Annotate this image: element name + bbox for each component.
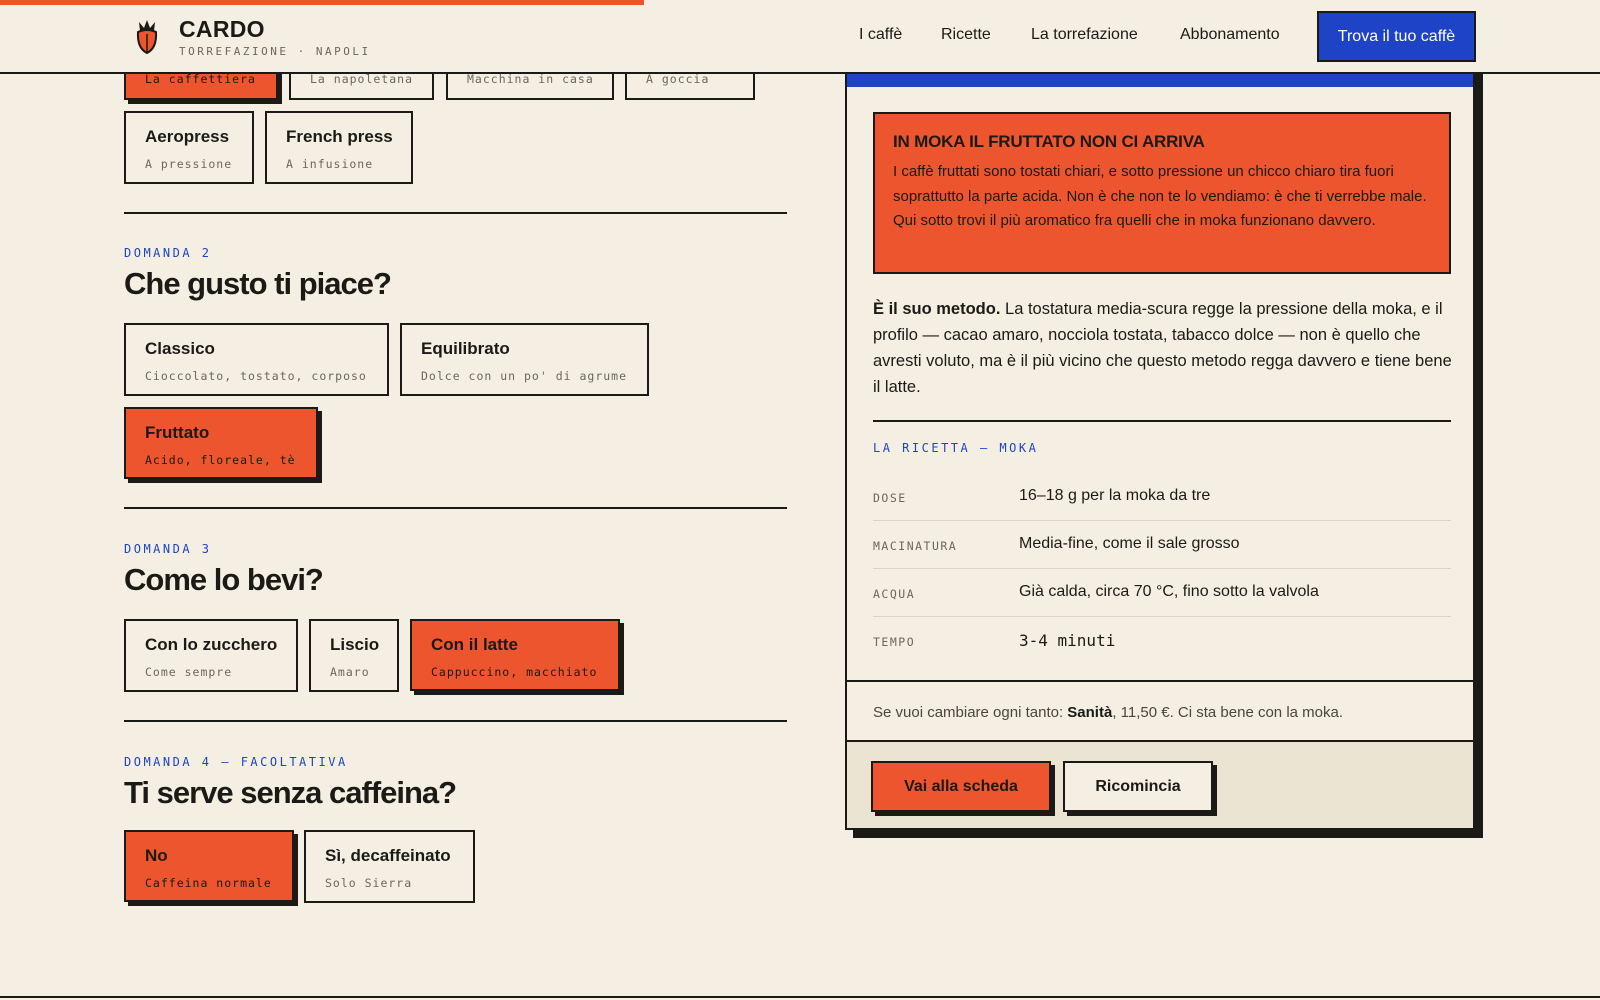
recipe-key: MACINATURA bbox=[873, 539, 958, 553]
option-subtitle: Cioccolato, tostato, corposo bbox=[145, 369, 367, 383]
option-aeropress[interactable]: Aeropress A pressione bbox=[124, 111, 254, 184]
recipe-row-macinatura: MACINATURA Media-fine, come il sale gros… bbox=[873, 521, 1451, 569]
option-title: French press bbox=[286, 127, 393, 146]
question-title: Come lo bevi? bbox=[124, 562, 324, 597]
recipe-row-acqua: ACQUA Già calda, circa 70 °C, fino sotto… bbox=[873, 569, 1451, 617]
result-panel: IN MOKA IL FRUTTATO NON CI ARRIVA I caff… bbox=[845, 60, 1475, 830]
option-subtitle: A infusione bbox=[286, 157, 374, 171]
divider bbox=[124, 212, 787, 214]
recipe-row-dose: DOSE 16–18 g per la moka da tre bbox=[873, 473, 1451, 521]
question-label: DOMANDA 4 — FACOLTATIVA bbox=[124, 755, 348, 769]
option-title: Aeropress bbox=[145, 127, 230, 146]
recommendation-lead: È il suo metodo. bbox=[873, 300, 1001, 318]
recipe-value: Media-fine, come il sale grosso bbox=[1019, 535, 1240, 552]
option-title: A goccia bbox=[646, 72, 710, 86]
find-coffee-button[interactable]: Trova il tuo caffè bbox=[1317, 11, 1476, 62]
option-liscio[interactable]: Liscio Amaro bbox=[309, 619, 399, 692]
option-title: Classico bbox=[145, 339, 215, 358]
divider bbox=[873, 420, 1451, 422]
recipe-row-tempo: TEMPO 3-4 minuti bbox=[873, 617, 1451, 665]
question-label: DOMANDA 2 bbox=[124, 246, 212, 260]
divider bbox=[124, 720, 787, 722]
option-title: Macchina in casa bbox=[467, 72, 594, 86]
option-decaf[interactable]: Sì, decaffeinato Solo Sierra bbox=[304, 830, 475, 903]
option-subtitle: Caffeina normale bbox=[145, 876, 272, 890]
option-title: La caffettiera bbox=[145, 72, 256, 86]
question-title: Ti serve senza caffeina? bbox=[124, 775, 457, 810]
option-title: Con il latte bbox=[431, 635, 518, 654]
option-subtitle: Amaro bbox=[330, 665, 370, 679]
nav-item-caffe[interactable]: I caffè bbox=[859, 26, 902, 44]
site-header: CARDO TORREFAZIONE · NAPOLI I caffè Rice… bbox=[0, 0, 1600, 74]
thistle-logo-icon bbox=[136, 20, 158, 55]
option-classico[interactable]: Classico Cioccolato, tostato, corposo bbox=[124, 323, 389, 396]
brand-name[interactable]: CARDO bbox=[179, 16, 265, 43]
option-title: Sì, decaffeinato bbox=[325, 846, 451, 865]
quiz-progress-bar bbox=[0, 0, 644, 5]
option-french-press[interactable]: French press A infusione bbox=[265, 111, 413, 184]
recipe-key: ACQUA bbox=[873, 587, 916, 601]
option-fruttato[interactable]: Fruttato Acido, floreale, tè bbox=[124, 407, 318, 479]
alternative-suffix: , 11,50 €. Ci sta bene con la moka. bbox=[1112, 704, 1344, 721]
nav-item-torrefazione[interactable]: La torrefazione bbox=[1031, 26, 1138, 44]
warning-text: I caffè fruttati sono tostati chiari, e … bbox=[893, 163, 1427, 229]
question-label: DOMANDA 3 bbox=[124, 542, 212, 556]
option-subtitle: Dolce con un po' di agrume bbox=[421, 369, 628, 383]
recipe-value: 16–18 g per la moka da tre bbox=[1019, 487, 1211, 504]
recipe-value: 3-4 minuti bbox=[1019, 631, 1116, 650]
option-subtitle: Cappuccino, macchiato bbox=[431, 665, 598, 679]
option-equilibrato[interactable]: Equilibrato Dolce con un po' di agrume bbox=[400, 323, 649, 396]
option-latte[interactable]: Con il latte Cappuccino, macchiato bbox=[410, 619, 620, 691]
divider bbox=[124, 507, 787, 509]
brand-tagline: TORREFAZIONE · NAPOLI bbox=[179, 45, 371, 58]
option-title: No bbox=[145, 846, 168, 865]
question-title: Che gusto ti piace? bbox=[124, 266, 392, 301]
warning-box: IN MOKA IL FRUTTATO NON CI ARRIVA I caff… bbox=[873, 112, 1451, 274]
option-no-decaf[interactable]: No Caffeina normale bbox=[124, 830, 294, 902]
option-title: Con lo zucchero bbox=[145, 635, 278, 654]
alternative-prefix: Se vuoi cambiare ogni tanto: bbox=[873, 704, 1068, 721]
option-subtitle: Solo Sierra bbox=[325, 876, 413, 890]
alternative-coffee-name: Sanità bbox=[1067, 704, 1113, 721]
option-subtitle: Come sempre bbox=[145, 665, 233, 679]
option-title: La napoletana bbox=[310, 72, 414, 86]
go-to-product-button[interactable]: Vai alla scheda bbox=[871, 761, 1051, 812]
option-zucchero[interactable]: Con lo zucchero Come sempre bbox=[124, 619, 298, 692]
alternative-suggestion: Se vuoi cambiare ogni tanto: Sanità, 11,… bbox=[873, 704, 1343, 721]
restart-button[interactable]: Ricomincia bbox=[1063, 761, 1213, 812]
divider bbox=[847, 680, 1473, 682]
nav-item-ricette[interactable]: Ricette bbox=[941, 26, 991, 44]
option-subtitle: Acido, floreale, tè bbox=[145, 453, 296, 467]
recipe-key: DOSE bbox=[873, 491, 907, 505]
option-title: Fruttato bbox=[145, 423, 210, 442]
recipe-key: TEMPO bbox=[873, 635, 916, 649]
nav-item-abbonamento[interactable]: Abbonamento bbox=[1180, 26, 1280, 44]
option-title: Equilibrato bbox=[421, 339, 510, 358]
option-title: Liscio bbox=[330, 635, 380, 654]
warning-title: IN MOKA IL FRUTTATO NON CI ARRIVA bbox=[893, 132, 1205, 151]
option-subtitle: A pressione bbox=[145, 157, 233, 171]
recipe-label: LA RICETTA — MOKA bbox=[873, 441, 1039, 455]
panel-actions: Vai alla scheda Ricomincia bbox=[847, 740, 1473, 828]
recommendation-text: È il suo metodo. La tostatura media-scur… bbox=[873, 296, 1453, 400]
recipe-value: Già calda, circa 70 °C, fino sotto la va… bbox=[1019, 583, 1319, 600]
footer-border bbox=[0, 996, 1600, 998]
